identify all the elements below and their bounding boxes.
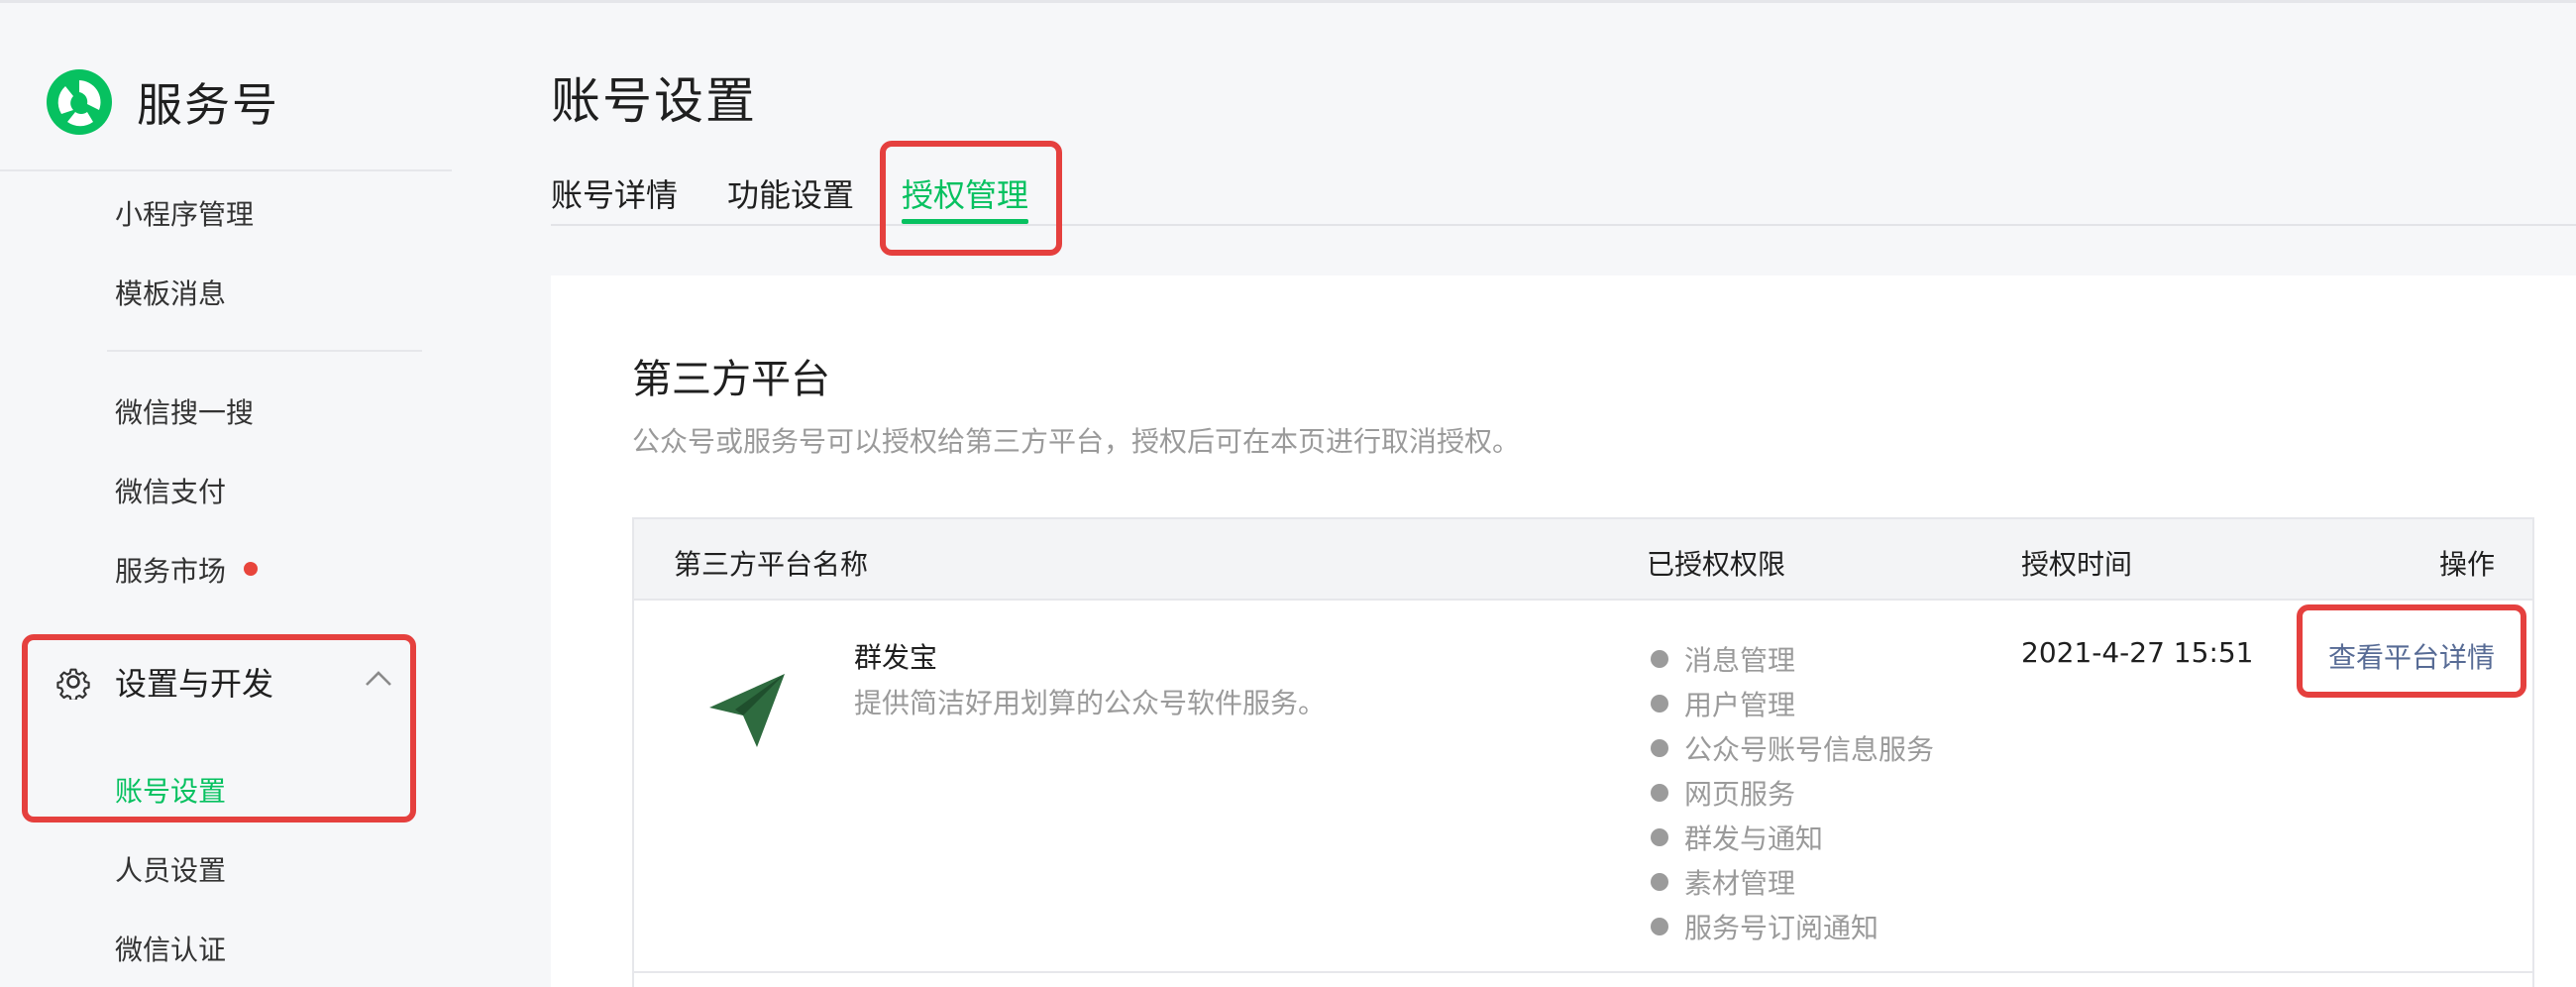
- bullet-icon: [1651, 783, 1668, 802]
- row-divider: [634, 971, 2532, 973]
- sidebar-item-wechat-verification[interactable]: 微信认证: [115, 929, 226, 968]
- section-title: 第三方平台: [632, 357, 830, 402]
- list-item: 公众号账号信息服务: [1651, 725, 1934, 770]
- sidebar-item-member-settings[interactable]: 人员设置: [115, 849, 226, 889]
- bullet-icon: [1651, 649, 1668, 668]
- permission-label: 消息管理: [1684, 643, 1796, 677]
- sidebar-item-wechat-pay[interactable]: 微信支付: [115, 471, 226, 510]
- tab-function-settings[interactable]: 功能设置: [727, 170, 854, 216]
- sidebar-divider: [107, 350, 422, 352]
- permission-label: 用户管理: [1684, 688, 1796, 721]
- permission-label: 网页服务: [1684, 777, 1796, 811]
- paper-plane-icon: [709, 674, 785, 747]
- sidebar-divider: [0, 169, 452, 171]
- sidebar-item-service-market[interactable]: 服务市场: [115, 550, 259, 590]
- notification-dot: [244, 562, 259, 576]
- column-header-action: 操作: [2438, 548, 2495, 581]
- bullet-icon: [1651, 694, 1668, 713]
- tab-account-details[interactable]: 账号详情: [551, 170, 678, 216]
- column-header-permissions: 已授权权限: [1647, 548, 1786, 581]
- sidebar: 服务号 小程序管理 模板消息 微信搜一搜 微信支付 服务市场 设置与开发 账号设…: [0, 3, 452, 987]
- auth-time: 2021-4-27 15:51: [2021, 636, 2254, 669]
- permission-list: 消息管理 用户管理 公众号账号信息服务 网页服务 群发与通知 素材管理 服务号订…: [1651, 636, 1934, 948]
- list-item: 素材管理: [1651, 859, 1934, 904]
- list-item: 消息管理: [1651, 636, 1934, 681]
- column-header-platform-name: 第三方平台名称: [674, 548, 869, 581]
- list-item: 服务号订阅通知: [1651, 904, 1934, 948]
- tabs-divider: [551, 224, 2576, 226]
- permission-label: 群发与通知: [1684, 822, 1824, 855]
- list-item: 用户管理: [1651, 681, 1934, 725]
- permission-label: 公众号账号信息服务: [1684, 732, 1935, 766]
- bullet-icon: [1651, 917, 1668, 935]
- bullet-icon: [1651, 827, 1668, 846]
- sidebar-item-miniprogram[interactable]: 小程序管理: [115, 193, 254, 233]
- sidebar-item-label: 服务市场: [115, 555, 227, 588]
- permission-label: 服务号订阅通知: [1684, 911, 1879, 944]
- highlight-box: [2297, 604, 2526, 698]
- sidebar-item-template-message[interactable]: 模板消息: [115, 273, 226, 312]
- authorization-table: 第三方平台名称 已授权权限 授权时间 操作 群发宝 提供简洁好用划算的公众号软件…: [632, 517, 2534, 987]
- brand[interactable]: 服务号: [44, 62, 279, 142]
- section-description: 公众号或服务号可以授权给第三方平台，授权后可在本页进行取消授权。: [632, 425, 1521, 458]
- bullet-icon: [1651, 872, 1668, 891]
- table-header: 第三方平台名称 已授权权限 授权时间 操作: [634, 519, 2532, 601]
- highlight-box: [880, 141, 1062, 256]
- highlight-box: [22, 634, 416, 822]
- service-account-logo-icon: [47, 69, 112, 135]
- permission-label: 素材管理: [1684, 866, 1796, 900]
- list-item: 群发与通知: [1651, 815, 1934, 859]
- platform-name: 群发宝: [854, 641, 938, 674]
- column-header-auth-time: 授权时间: [2021, 548, 2133, 581]
- page-title: 账号设置: [551, 72, 757, 130]
- list-item: 网页服务: [1651, 770, 1934, 815]
- sidebar-item-wechat-search[interactable]: 微信搜一搜: [115, 391, 254, 431]
- platform-description: 提供简洁好用划算的公众号软件服务。: [854, 687, 1327, 719]
- brand-name: 服务号: [137, 78, 279, 132]
- bullet-icon: [1651, 738, 1668, 757]
